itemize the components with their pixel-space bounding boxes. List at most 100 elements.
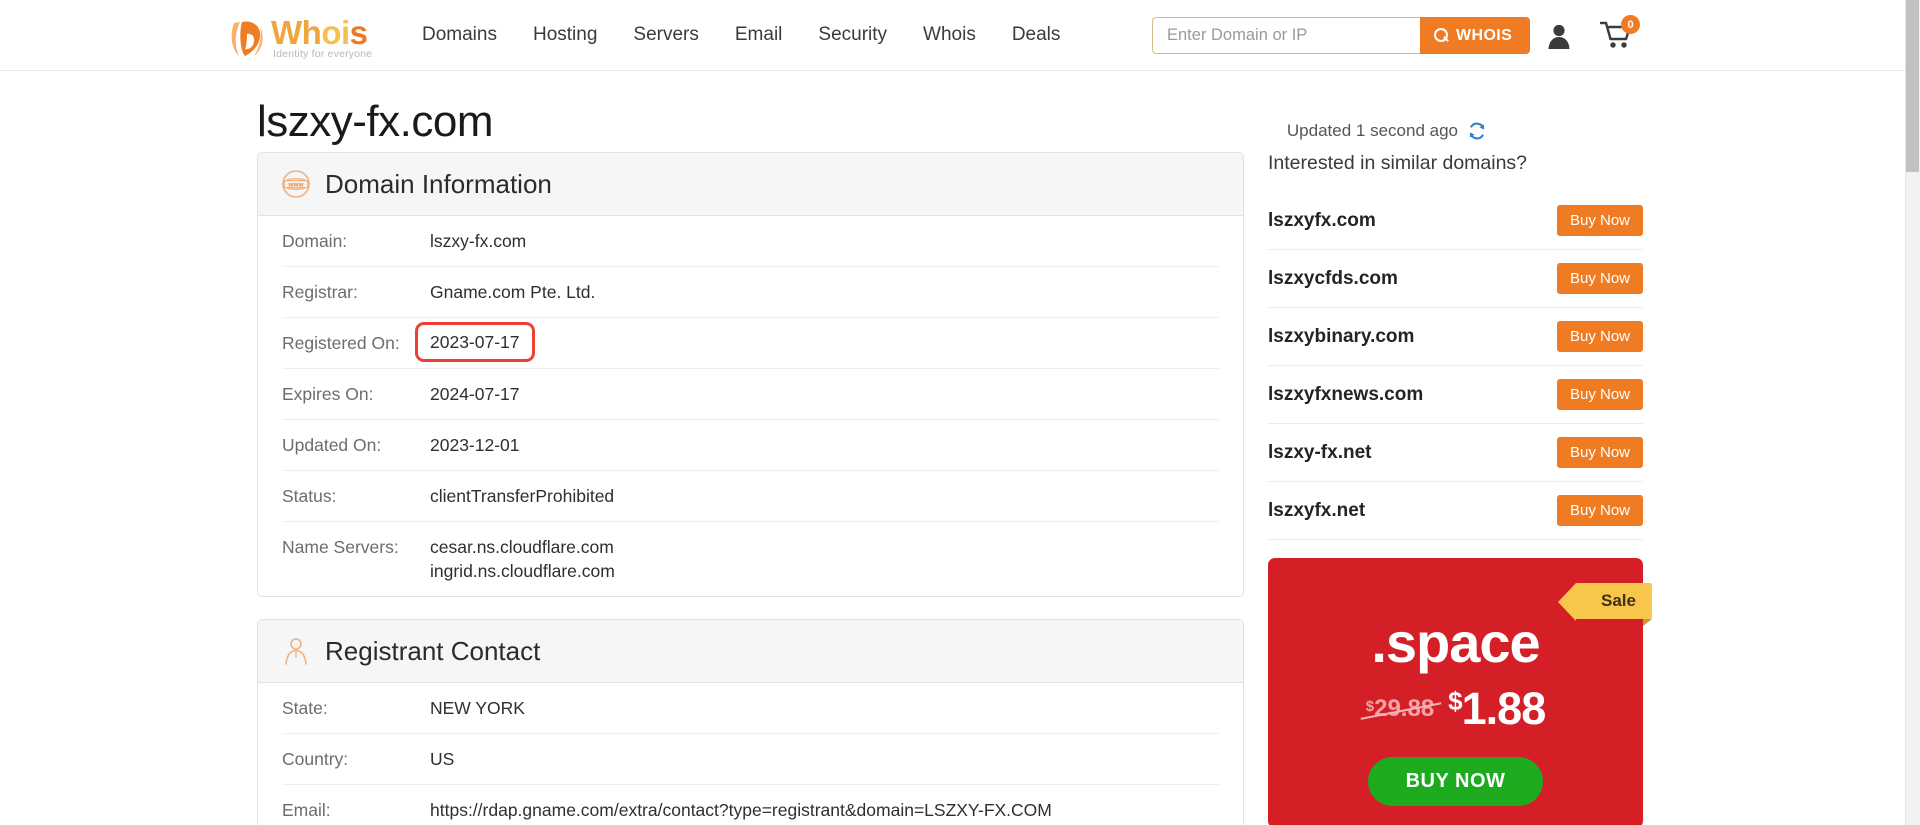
similar-domain-name[interactable]: lszxycfds.com	[1268, 268, 1398, 290]
promo-pricing: $29.88 $1.88	[1268, 683, 1643, 735]
table-row-updated-on: Updated On: 2023-12-01	[282, 420, 1219, 471]
svg-text:www: www	[287, 181, 304, 188]
nav-item-deals[interactable]: Deals	[994, 0, 1079, 70]
account-icon[interactable]	[1545, 22, 1573, 50]
www-globe-icon: www	[281, 169, 311, 199]
logo-wordmark: Whois	[271, 16, 372, 50]
scrollbar-thumb[interactable]	[1906, 0, 1919, 172]
refresh-icon[interactable]	[1467, 121, 1487, 141]
registrant-contact-card: Registrant Contact State: NEW YORK Count…	[257, 619, 1244, 825]
main-navigation: Domains Hosting Servers Email Security W…	[404, 0, 1078, 70]
whois-search-button[interactable]: WHOIS	[1420, 17, 1531, 54]
row-label-updated-on: Updated On:	[282, 435, 382, 455]
promo-new-amount: 1.88	[1461, 683, 1547, 734]
row-value-expires-on: 2024-07-17	[430, 384, 520, 404]
row-label-status: Status:	[282, 486, 337, 506]
table-row-registrar: Registrar: Gname.com Pte. Ltd.	[282, 267, 1219, 318]
promo-banner-space[interactable]: Sale .space $29.88 $1.88 BUY NOW	[1268, 558, 1652, 825]
row-value-name-servers: cesar.ns.cloudflare.com ingrid.ns.cloudf…	[430, 535, 615, 583]
site-logo[interactable]: Whois Identity for everyone	[228, 10, 372, 60]
buy-now-button[interactable]: Buy Now	[1556, 263, 1643, 294]
list-item: lszxy-fx.net Buy Now	[1268, 424, 1643, 482]
nav-item-email[interactable]: Email	[717, 0, 801, 70]
nav-item-security[interactable]: Security	[800, 0, 905, 70]
table-row-email: Email: https://rdap.gname.com/extra/cont…	[282, 785, 1219, 825]
buy-now-button[interactable]: Buy Now	[1556, 205, 1643, 236]
search-input[interactable]	[1152, 17, 1420, 54]
row-label-registered-on: Registered On:	[282, 333, 400, 353]
row-label-expires-on: Expires On:	[282, 384, 374, 404]
person-icon	[281, 636, 311, 666]
list-item: lszxybinary.com Buy Now	[1268, 308, 1643, 366]
nav-item-hosting[interactable]: Hosting	[515, 0, 615, 70]
cart-count-badge: 0	[1621, 15, 1640, 34]
row-label-email: Email:	[282, 800, 331, 820]
row-value-registered-on: 2023-07-17	[415, 322, 535, 362]
row-value-domain: lszxy-fx.com	[430, 231, 527, 251]
similar-domain-name[interactable]: lszxy-fx.net	[1268, 442, 1371, 464]
domain-information-card: www Domain Information Domain: lszxy-fx.…	[257, 152, 1244, 597]
search-icon	[1434, 28, 1449, 43]
promo-new-price: $1.88	[1448, 683, 1547, 735]
similar-domain-name[interactable]: lszxyfxnews.com	[1268, 384, 1423, 406]
similar-domain-name[interactable]: lszxyfx.net	[1268, 500, 1365, 522]
table-row-state: State: NEW YORK	[282, 683, 1219, 734]
sidebar-title: Interested in similar domains?	[1268, 152, 1528, 174]
buy-now-button[interactable]: Buy Now	[1556, 379, 1643, 410]
page-content: lszxy-fx.com Updated 1 second ago www Do…	[0, 71, 1905, 825]
domain-information-header: www Domain Information	[258, 153, 1243, 216]
promo-buy-now-button[interactable]: BUY NOW	[1367, 757, 1544, 806]
domain-information-body: Domain: lszxy-fx.com Registrar: Gname.co…	[258, 216, 1243, 596]
updated-text: Updated 1 second ago	[1286, 121, 1458, 140]
list-item: lszxyfx.net Buy Now	[1268, 482, 1643, 540]
row-value-country: US	[430, 749, 455, 769]
row-label-domain: Domain:	[282, 231, 348, 251]
promo-new-currency: $	[1448, 686, 1463, 716]
name-server-2: ingrid.ns.cloudflare.com	[430, 561, 615, 581]
similar-domain-name[interactable]: lszxyfx.com	[1268, 210, 1376, 232]
updated-status: Updated 1 second ago	[1287, 121, 1487, 141]
similar-domains-sidebar: Interested in similar domains? lszxyfx.c…	[1268, 152, 1652, 825]
table-row-name-servers: Name Servers: cesar.ns.cloudflare.com in…	[282, 522, 1219, 596]
row-label-registrar: Registrar:	[282, 282, 358, 302]
cart-icon[interactable]: 0	[1599, 15, 1640, 52]
registrant-contact-body: State: NEW YORK Country: US Email: https…	[258, 683, 1243, 825]
table-row-country: Country: US	[282, 734, 1219, 785]
row-value-updated-on: 2023-12-01	[430, 435, 520, 455]
row-value-email[interactable]: https://rdap.gname.com/extra/contact?typ…	[430, 798, 1052, 822]
row-label-country: Country:	[282, 749, 349, 769]
nav-item-servers[interactable]: Servers	[615, 0, 716, 70]
row-value-state: NEW YORK	[430, 698, 525, 718]
page-title: lszxy-fx.com	[257, 97, 494, 146]
registrant-contact-header: Registrant Contact	[258, 620, 1243, 683]
promo-old-price: $29.88	[1366, 695, 1434, 723]
similar-domain-name[interactable]: lszxybinary.com	[1268, 326, 1414, 348]
list-item: lszxyfxnews.com Buy Now	[1268, 366, 1643, 424]
table-row-domain: Domain: lszxy-fx.com	[282, 216, 1219, 267]
registrant-contact-title: Registrant Contact	[325, 635, 541, 666]
promo-old-amount: 29.88	[1374, 695, 1435, 722]
nav-item-whois[interactable]: Whois	[905, 0, 994, 70]
list-item: lszxycfds.com Buy Now	[1268, 250, 1643, 308]
logo-tagline: Identity for everyone	[273, 48, 373, 60]
main-column: www Domain Information Domain: lszxy-fx.…	[257, 152, 1244, 825]
whois-logo-icon	[228, 18, 268, 60]
row-label-state: State:	[282, 698, 328, 718]
page-scrollbar[interactable]	[1905, 0, 1920, 825]
row-value-status: clientTransferProhibited	[430, 486, 615, 506]
table-row-expires-on: Expires On: 2024-07-17	[282, 369, 1219, 420]
browser-viewport: Whois Identity for everyone Domains Host…	[0, 0, 1920, 825]
buy-now-button[interactable]: Buy Now	[1556, 437, 1643, 468]
site-header: Whois Identity for everyone Domains Host…	[0, 0, 1905, 71]
name-server-1: cesar.ns.cloudflare.com	[430, 537, 614, 557]
logo-word-part2: oi	[321, 14, 350, 51]
table-row-status: Status: clientTransferProhibited	[282, 471, 1219, 522]
logo-word-part1: Wh	[271, 14, 322, 51]
row-value-registrar: Gname.com Pte. Ltd.	[430, 282, 596, 302]
buy-now-button[interactable]: Buy Now	[1556, 321, 1643, 352]
buy-now-button[interactable]: Buy Now	[1556, 495, 1643, 526]
domain-information-title: Domain Information	[325, 168, 552, 199]
row-label-name-servers: Name Servers:	[282, 537, 399, 557]
nav-item-domains[interactable]: Domains	[404, 0, 515, 70]
logo-word-part3: s	[349, 14, 368, 51]
